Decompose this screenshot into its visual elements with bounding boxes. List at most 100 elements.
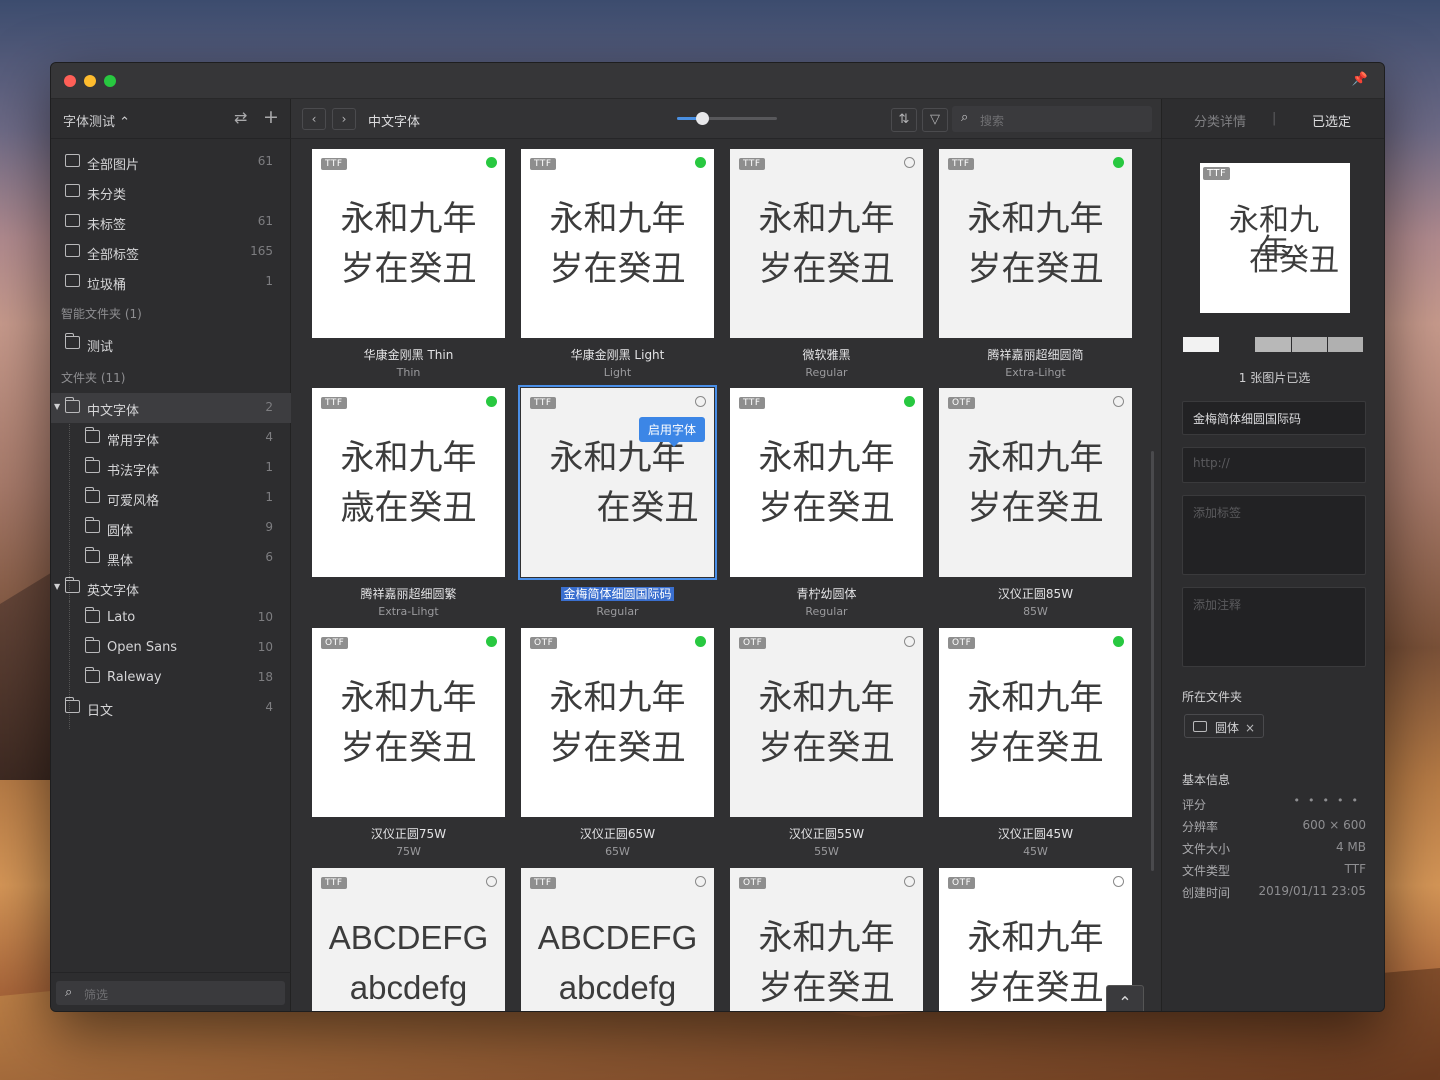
font-enabled-indicator[interactable] bbox=[1113, 636, 1124, 647]
font-preview[interactable]: OTF 永和九年 岁在癸丑 bbox=[521, 628, 714, 817]
sidebar-item-hei[interactable]: 黑体 6 bbox=[51, 543, 291, 573]
font-enabled-indicator[interactable] bbox=[486, 157, 497, 168]
font-preview[interactable]: TTF 永和九年 岁在癸丑 bbox=[730, 388, 923, 577]
font-disabled-indicator[interactable] bbox=[486, 876, 497, 887]
font-enabled-indicator[interactable] bbox=[904, 396, 915, 407]
font-enabled-indicator[interactable] bbox=[1113, 157, 1124, 168]
font-card[interactable]: OTF 永和九年 岁在癸丑 汉仪正圆75W 75W bbox=[312, 628, 505, 858]
font-disabled-indicator[interactable] bbox=[1113, 396, 1124, 407]
font-preview[interactable]: TTF ABCDEFG abcdefg bbox=[521, 868, 714, 1011]
sidebar-item-open-sans[interactable]: Open Sans 10 bbox=[51, 633, 291, 663]
sidebar-item-uncategorized[interactable]: 未分类 bbox=[51, 177, 291, 207]
font-card[interactable]: OTF 永和九年 岁在癸丑 汉仪正圆45W 45W bbox=[939, 628, 1132, 858]
font-enabled-indicator[interactable] bbox=[695, 157, 706, 168]
name-field[interactable]: 金梅简体细圆国际码 bbox=[1182, 401, 1366, 435]
color-swatch[interactable] bbox=[1183, 337, 1219, 352]
font-card[interactable]: TTF ABCDEFG abcdefg bbox=[521, 868, 714, 1011]
sidebar-item-trash[interactable]: 垃圾桶 1 bbox=[51, 267, 291, 297]
url-field[interactable]: http:// bbox=[1182, 447, 1366, 483]
font-disabled-indicator[interactable] bbox=[695, 876, 706, 887]
font-card[interactable]: TTF 永和九年 岁在癸丑 青柠幼圆体 Regular bbox=[730, 388, 923, 618]
color-swatch[interactable] bbox=[1292, 337, 1327, 352]
grid-scrollbar[interactable] bbox=[1151, 451, 1154, 871]
font-card[interactable]: TTF 永和九年 歳在癸丑 腾祥嘉丽超细圆繁 Extra-Lihgt bbox=[312, 388, 505, 618]
font-preview[interactable]: TTF ABCDEFG abcdefg bbox=[312, 868, 505, 1011]
tab-category-details[interactable]: 分类详情 bbox=[1194, 111, 1246, 130]
sidebar-item-cute-style[interactable]: 可爱风格 1 bbox=[51, 483, 291, 513]
font-card[interactable]: OTF 永和九年 岁在癸丑 汉仪正圆55W 55W bbox=[730, 628, 923, 858]
pin-icon[interactable]: 📌 bbox=[1352, 72, 1368, 87]
rating-stars[interactable]: ••••• bbox=[1294, 794, 1366, 807]
sidebar-item-chinese-fonts[interactable]: ▼ 中文字体 2 bbox=[51, 393, 291, 423]
disclosure-triangle-icon[interactable]: ▼ bbox=[54, 402, 60, 411]
font-card[interactable]: OTF 永和九年 岁在癸丑 bbox=[939, 868, 1132, 1011]
color-swatch[interactable] bbox=[1255, 337, 1291, 352]
font-card[interactable]: OTF 永和九年 岁在癸丑 汉仪正圆65W 65W bbox=[521, 628, 714, 858]
font-preview[interactable]: TTF 永和九年 岁在癸丑 bbox=[521, 149, 714, 338]
font-preview[interactable]: TTF 永和九年 岁在癸丑 bbox=[939, 149, 1132, 338]
sidebar-item-all[interactable]: 全部图片 61 bbox=[51, 147, 291, 177]
tab-selected[interactable]: 已选定 bbox=[1312, 111, 1351, 130]
folder-chip[interactable]: 圆体 × bbox=[1184, 714, 1265, 738]
font-enabled-indicator[interactable] bbox=[486, 636, 497, 647]
notes-field[interactable]: 添加注释 bbox=[1182, 587, 1366, 667]
font-enabled-indicator[interactable] bbox=[486, 396, 497, 407]
font-disabled-indicator[interactable] bbox=[1113, 876, 1124, 887]
font-disabled-indicator[interactable] bbox=[904, 157, 915, 168]
font-preview[interactable]: OTF 永和九年 岁在癸丑 bbox=[730, 628, 923, 817]
back-button[interactable]: ‹ bbox=[302, 108, 326, 130]
font-preview[interactable]: OTF 永和九年 岁在癸丑 bbox=[939, 628, 1132, 817]
font-preview[interactable]: TTF 永和九年 歳在癸丑 bbox=[312, 388, 505, 577]
font-preview[interactable]: OTF 永和九年 岁在癸丑 bbox=[939, 388, 1132, 577]
font-preview[interactable]: TTF 永和九年 岁在癸丑 bbox=[312, 149, 505, 338]
scroll-to-top-button[interactable]: ⌃ bbox=[1106, 985, 1144, 1011]
font-preview[interactable]: OTF 永和九年 岁在癸丑 bbox=[939, 868, 1132, 1011]
font-card[interactable]: TTF 永和九年 岁在癸丑 微软雅黑 Regular bbox=[730, 149, 923, 379]
filter-input[interactable]: ⌕ 筛选 bbox=[56, 981, 285, 1005]
sidebar-item-calligraphy[interactable]: 书法字体 1 bbox=[51, 453, 291, 483]
font-card[interactable]: TTF 永和九年 岁在癸丑 华康金刚黑 Light Light bbox=[521, 149, 714, 379]
font-preview[interactable]: TTF 永和九年 在癸丑 启用字体 bbox=[518, 385, 717, 580]
add-icon[interactable]: + bbox=[263, 106, 279, 128]
folders-heading[interactable]: 文件夹 (11) bbox=[61, 369, 125, 386]
sidebar-item-untagged[interactable]: 未标签 61 bbox=[51, 207, 291, 237]
font-card[interactable]: TTF 永和九年 岁在癸丑 腾祥嘉丽超细圆简 Extra-Lihgt bbox=[939, 149, 1132, 379]
font-card[interactable]: OTF 永和九年 岁在癸丑 汉仪正圆85W 85W bbox=[939, 388, 1132, 618]
minimize-window-button[interactable] bbox=[84, 75, 96, 87]
sidebar-item-japanese[interactable]: 日文 4 bbox=[51, 693, 291, 723]
font-enabled-indicator[interactable] bbox=[695, 636, 706, 647]
font-card[interactable]: TTF 永和九年 岁在癸丑 华康金刚黑 Thin Thin bbox=[312, 149, 505, 379]
font-card[interactable]: TTF ABCDEFG abcdefg bbox=[312, 868, 505, 1011]
zoom-window-button[interactable] bbox=[104, 75, 116, 87]
close-window-button[interactable] bbox=[64, 75, 76, 87]
enable-font-tooltip[interactable]: 启用字体 bbox=[639, 417, 706, 447]
sidebar-item-all-tags[interactable]: 全部标签 165 bbox=[51, 237, 291, 267]
font-preview[interactable]: TTF 永和九年 岁在癸丑 bbox=[730, 149, 923, 338]
font-card[interactable]: OTF 永和九年 岁在癸丑 bbox=[730, 868, 923, 1011]
sidebar-item-common-fonts[interactable]: 常用字体 4 bbox=[51, 423, 291, 453]
font-disabled-indicator[interactable] bbox=[695, 396, 706, 407]
zoom-slider[interactable] bbox=[677, 112, 777, 125]
smart-folders-heading[interactable]: 智能文件夹 (1) bbox=[61, 305, 142, 322]
remove-icon[interactable]: × bbox=[1245, 721, 1255, 735]
tags-field[interactable]: 添加标签 bbox=[1182, 495, 1366, 575]
library-switcher[interactable]: 字体测试 ⌃ bbox=[63, 111, 130, 130]
font-disabled-indicator[interactable] bbox=[904, 876, 915, 887]
zoom-slider-knob[interactable] bbox=[696, 112, 709, 125]
font-preview[interactable]: OTF 永和九年 岁在癸丑 bbox=[730, 868, 923, 1011]
swap-icon[interactable]: ⇄ bbox=[234, 108, 247, 127]
forward-button[interactable]: › bbox=[332, 108, 356, 130]
font-preview[interactable]: OTF 永和九年 岁在癸丑 bbox=[312, 628, 505, 817]
search-input[interactable]: ⌕ 搜索 bbox=[952, 106, 1152, 132]
sidebar-item-raleway[interactable]: Raleway 18 bbox=[51, 663, 291, 693]
color-swatch[interactable] bbox=[1328, 337, 1363, 352]
font-card[interactable]: TTF 永和九年 在癸丑 启用字体 金梅简体细圆国际码 Regular bbox=[518, 385, 717, 618]
sidebar-item-lato[interactable]: Lato 10 bbox=[51, 603, 291, 633]
filter-button[interactable]: ▽ bbox=[922, 108, 948, 132]
sort-button[interactable]: ⇅ bbox=[891, 108, 917, 132]
font-disabled-indicator[interactable] bbox=[904, 636, 915, 647]
disclosure-triangle-icon[interactable]: ▼ bbox=[54, 582, 60, 591]
sidebar-item-english-fonts[interactable]: ▼ 英文字体 bbox=[51, 573, 291, 603]
sidebar-item-smart-test[interactable]: 测试 bbox=[51, 329, 291, 359]
sidebar-item-round[interactable]: 圆体 9 bbox=[51, 513, 291, 543]
